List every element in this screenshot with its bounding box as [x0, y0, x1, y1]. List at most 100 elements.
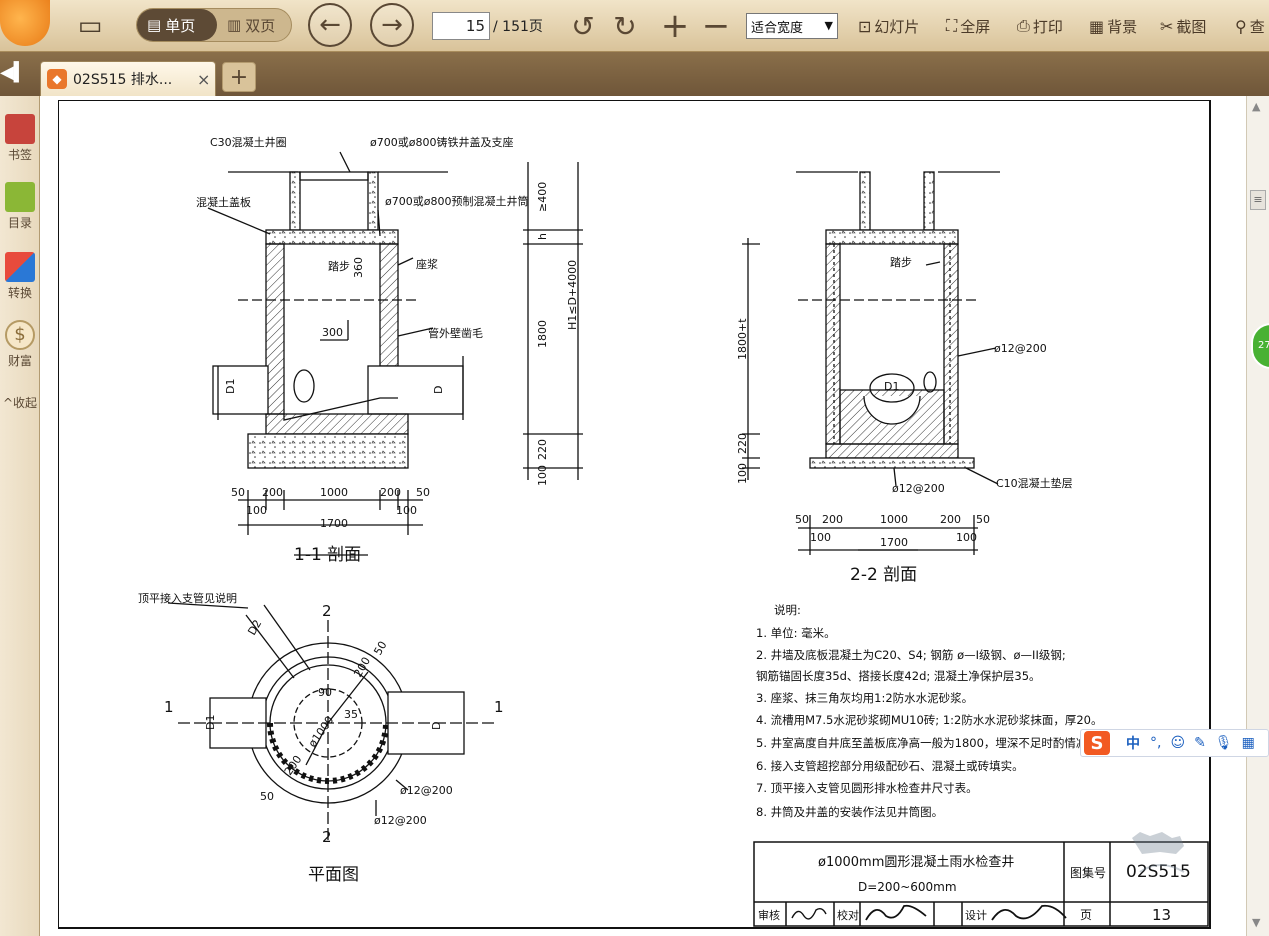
sidebar-collapse-button[interactable]: ◀▍ — [0, 62, 28, 86]
sidebar-item-convert[interactable]: 转换 — [0, 252, 40, 301]
left-sidebar: 书签 目录 转换 $ 财富 ^收起 — [0, 96, 40, 936]
screenshot-label: 截图 — [1176, 17, 1207, 36]
section-mark-1-right: 1 — [494, 698, 504, 716]
titleblock-design-label: 设计 — [965, 909, 987, 922]
print-label: 打印 — [1032, 17, 1063, 36]
tab-document[interactable]: ◆ 02S515 排水... × — [40, 61, 216, 96]
scroll-thumb[interactable]: ≡ — [1250, 190, 1266, 210]
section-1-1-title: 1-1 剖面 — [294, 545, 361, 565]
slideshow-button[interactable]: ⊡ 幻灯片 — [858, 0, 919, 52]
note-line: 2. 井墙及底板混凝土为C20、S4; 钢筋 ø—I级钢、ø—II级钢; — [756, 648, 1066, 662]
chevron-down-icon: ▼ — [824, 19, 833, 32]
view-mode-switch: ▤ 单页 ▥ 双页 — [136, 8, 292, 42]
folder-icon: ▭ — [77, 11, 103, 41]
microphone-icon[interactable]: 🎙 — [1215, 735, 1233, 751]
minus-icon: − — [701, 6, 731, 46]
dim-35: 35 — [344, 708, 358, 721]
fullscreen-button[interactable]: ⛶ 全屏 — [946, 0, 990, 52]
convert-icon — [5, 252, 35, 282]
zoom-out-button[interactable]: − — [698, 0, 734, 52]
scroll-down-icon[interactable]: ▼ — [1252, 916, 1260, 929]
double-page-button[interactable]: ▥ 双页 — [221, 9, 291, 41]
label-cover-ring: C30混凝土井圈 — [210, 135, 287, 149]
drawing-svg: C30混凝土井圈 ø700或ø800铸铁井盖及支座 混凝土盖板 ø700或ø80… — [58, 100, 1211, 929]
scroll-up-icon[interactable]: ▲ — [1252, 100, 1260, 113]
zoom-in-button[interactable]: + — [657, 0, 693, 52]
dim-400: ≥400 — [536, 182, 549, 212]
money-bag-icon: $ — [5, 320, 35, 350]
note-line: 钢筋锚固长度35d、搭接长度42d; 混凝土净保护层35。 — [756, 669, 1041, 683]
background-button[interactable]: ▦ 背景 — [1089, 0, 1137, 52]
rotate-left-icon: ↺ — [571, 9, 595, 43]
double-page-icon: ▥ — [227, 16, 242, 34]
single-page-icon: ▤ — [147, 16, 162, 34]
new-tab-button[interactable]: + — [222, 62, 256, 92]
sidebar-fold-button[interactable]: ^收起 — [0, 394, 40, 411]
drawing-sheet: C30混凝土井圈 ø700或ø800铸铁井盖及支座 混凝土盖板 ø700或ø80… — [58, 100, 1212, 930]
sidebar-item-wealth[interactable]: $ 财富 — [0, 320, 40, 369]
ime-toolbar[interactable]: S 中 °, ☺ ✎ 🎙 ▦ — [1080, 729, 1269, 757]
note-line: 4. 流槽用M7.5水泥砂浆砌MU10砖; 1:2防水水泥砂浆抹面，厚20。 — [756, 713, 1102, 727]
dim-bottom2-100a: 100 — [810, 531, 831, 544]
caret-icon: ^ — [2, 396, 14, 410]
note-line: 7. 顶平接入支管见圆形排水检查井尺寸表。 — [756, 781, 978, 795]
single-page-button[interactable]: ▤ 单页 — [137, 9, 217, 41]
dim-total2-1700: 1700 — [880, 536, 908, 549]
note-line: 3. 座浆、抹三角灰均用1:2防水水泥砂浆。 — [756, 691, 973, 705]
rotate-right-button[interactable]: ↻ — [607, 0, 643, 52]
grid-icon[interactable]: ▦ — [1242, 735, 1255, 751]
ime-chinese-mode[interactable]: 中 — [1126, 733, 1140, 753]
notes-heading: 说明: — [774, 603, 801, 617]
titleblock-page-no: 13 — [1152, 906, 1171, 924]
pdf-reader-window: ▭ ▤ 单页 ▥ 双页 ← → 15 / 151页 ↺ ↻ + − 适合宽度 ▼… — [0, 0, 1269, 936]
dim-bottom2-200b: 200 — [940, 513, 961, 526]
collapse-left-icon: ◀▍ — [0, 62, 28, 83]
pen-icon[interactable]: ✎ — [1194, 735, 1206, 751]
page-total: / 151页 — [493, 19, 543, 35]
emoji-icon[interactable]: ☺ — [1170, 735, 1185, 751]
main-toolbar: ▭ ▤ 单页 ▥ 双页 ← → 15 / 151页 ↺ ↻ + − 适合宽度 ▼… — [0, 0, 1269, 52]
open-file-button[interactable]: ▭ — [68, 0, 112, 52]
sidebar-item-label: 目录 — [7, 216, 32, 230]
dim-bottom2-1000: 1000 — [880, 513, 908, 526]
ime-punct-icon[interactable]: °, — [1150, 735, 1161, 751]
page-number-input[interactable]: 15 — [432, 12, 490, 40]
dim-bottom-50b: 50 — [416, 486, 430, 499]
background-icon: ▦ — [1089, 16, 1105, 36]
prev-page-button[interactable]: ← — [308, 3, 352, 47]
sidebar-item-label: 转换 — [7, 286, 32, 300]
zoom-select-value: 适合宽度 — [751, 20, 804, 36]
sidebar-item-bookmarks[interactable]: 书签 — [0, 114, 40, 163]
close-icon[interactable]: × — [197, 70, 210, 89]
tab-document-label: 02S515 排水... — [73, 72, 173, 88]
double-page-label: 双页 — [245, 16, 276, 35]
dim-360: 360 — [352, 257, 365, 278]
sogou-logo-icon[interactable]: S — [1084, 731, 1110, 755]
dim-bottom-200b: 200 — [380, 486, 401, 499]
print-button[interactable]: ⎙ 打印 — [1017, 0, 1063, 52]
dim-50b: 50 — [260, 790, 274, 803]
sheet-frame — [58, 100, 1211, 929]
printer-icon: ⎙ — [1017, 16, 1030, 35]
titleblock-atlas-label: 图集号 — [1070, 865, 1106, 880]
zoom-select[interactable]: 适合宽度 ▼ — [746, 13, 838, 39]
dim-bottom-100a: 100 — [246, 504, 267, 517]
plus-icon: + — [660, 6, 690, 46]
label-shaft: ø700或ø800预制混凝土井筒 — [385, 194, 528, 208]
vertical-scrollbar[interactable]: ▲ ≡ ▼ — [1246, 96, 1269, 936]
plan-pipe-d: D — [430, 722, 443, 730]
pipe-d1: D1 — [224, 379, 237, 394]
section-mark-2-bottom: 2 — [322, 828, 332, 846]
dim-bottom2-200a: 200 — [822, 513, 843, 526]
next-page-button[interactable]: → — [370, 3, 414, 47]
app-logo-icon — [0, 0, 50, 46]
search-button[interactable]: ⚲ 查 — [1235, 0, 1265, 52]
app-logo[interactable] — [0, 0, 52, 52]
screenshot-button[interactable]: ✂ 截图 — [1160, 0, 1206, 52]
fullscreen-label: 全屏 — [960, 17, 991, 36]
sidebar-item-toc[interactable]: 目录 — [0, 182, 40, 231]
plan-rebar-1: ø12@200 — [400, 784, 453, 797]
rotate-left-button[interactable]: ↺ — [565, 0, 601, 52]
document-tab-icon: ◆ — [47, 69, 67, 89]
dim-220-2: 220 — [736, 433, 749, 454]
